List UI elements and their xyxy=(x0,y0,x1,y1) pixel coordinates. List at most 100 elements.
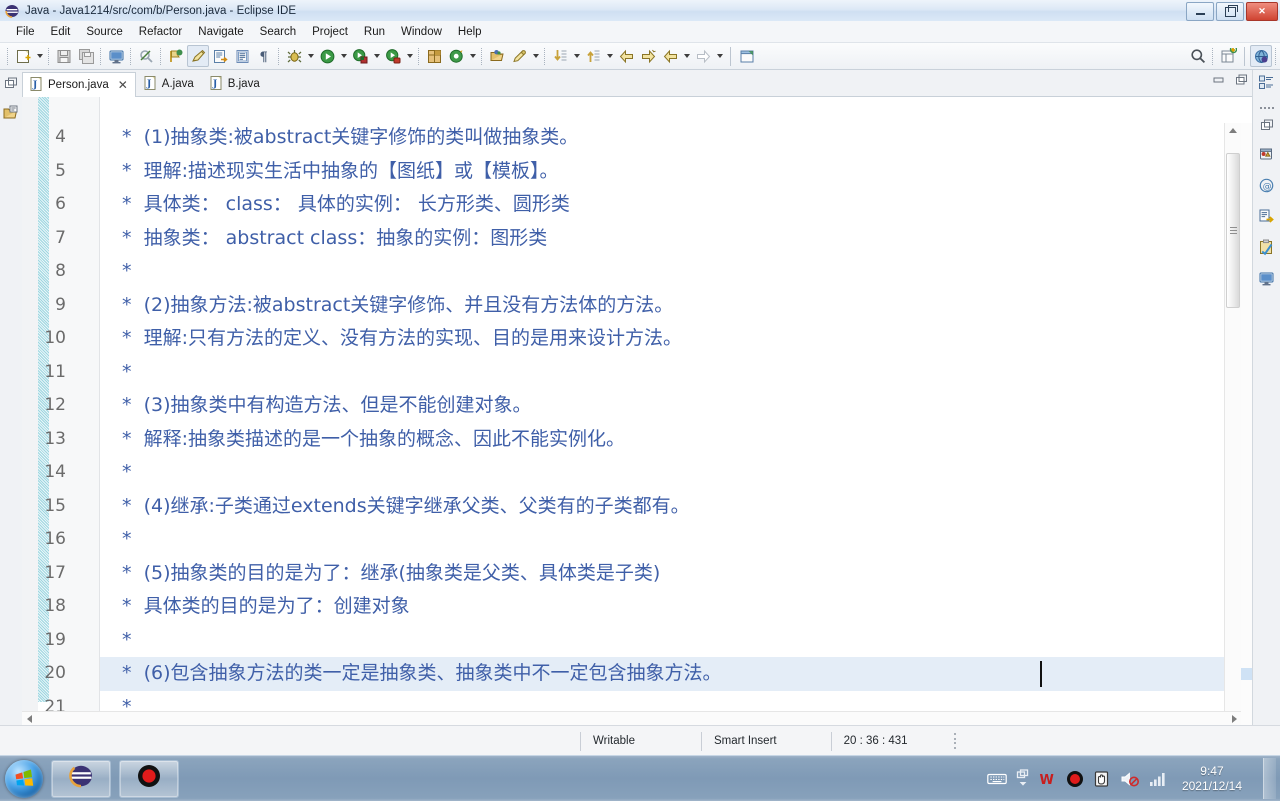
open-perspective-icon[interactable] xyxy=(1217,45,1239,67)
fast-view-drag-handle[interactable] xyxy=(1259,105,1274,111)
volume-muted-icon[interactable] xyxy=(1120,770,1140,788)
keyboard-icon[interactable] xyxy=(987,772,1007,786)
menu-help[interactable]: Help xyxy=(450,24,490,40)
code-line-row[interactable] xyxy=(100,97,1252,121)
tab-b-java[interactable]: J B.java xyxy=(202,71,268,96)
start-button[interactable] xyxy=(5,759,43,798)
prev-edit-dropdown-caret[interactable] xyxy=(604,45,615,67)
open-task-icon[interactable] xyxy=(209,45,231,67)
new-icon[interactable] xyxy=(12,45,34,67)
open-type-icon[interactable] xyxy=(231,45,253,67)
new-dropdown-caret[interactable] xyxy=(34,45,45,67)
minimize-button[interactable] xyxy=(1186,2,1214,21)
skip-breakpoints-icon[interactable] xyxy=(135,45,157,67)
code-editor[interactable]: 4 * (1)抽象类:被abstract关键字修饰的类叫做抽象类。 5 * 理解:描述… xyxy=(22,97,1252,726)
save-all-icon[interactable] xyxy=(75,45,97,67)
code-line-row[interactable]: 10 * 理解:只有方法的定义、没有方法的实现、目的是用来设计方法。 xyxy=(44,322,1252,356)
overview-ruler[interactable] xyxy=(1240,123,1252,726)
forward-history-caret[interactable] xyxy=(714,45,725,67)
menu-search[interactable]: Search xyxy=(252,24,304,40)
package-explorer-icon[interactable] xyxy=(3,105,19,126)
problems-view-icon[interactable] xyxy=(1258,146,1275,168)
prev-edit-icon[interactable] xyxy=(582,45,604,67)
status-resize-handle[interactable] xyxy=(953,733,957,749)
coverage-dropdown-caret[interactable] xyxy=(371,45,382,67)
taskbar-clock[interactable]: 9:47 2021/12/14 xyxy=(1176,764,1252,794)
recorder-taskbar-button[interactable] xyxy=(119,759,179,798)
run-dropdown-caret[interactable] xyxy=(338,45,349,67)
scrollbar-thumb[interactable] xyxy=(1226,153,1240,308)
maximize-view-icon[interactable] xyxy=(1235,73,1248,91)
eclipse-taskbar-button[interactable] xyxy=(51,759,111,798)
quick-format-icon[interactable] xyxy=(187,45,209,67)
back-icon[interactable] xyxy=(615,45,637,67)
new-java-package-icon[interactable] xyxy=(423,45,445,67)
task-list-icon[interactable] xyxy=(1258,239,1275,261)
console-view-icon[interactable] xyxy=(1258,270,1275,292)
code-line-row[interactable]: 13 * 解释:抽象类描述的是一个抽象的概念、因此不能实例化。 xyxy=(44,423,1252,457)
coverage-icon[interactable] xyxy=(349,45,371,67)
code-line-row[interactable]: 18 * 具体类的目的是为了：创建对象 xyxy=(44,590,1252,624)
show-desktop-button[interactable] xyxy=(1263,758,1276,799)
code-line-row[interactable]: 9 * (2)抽象方法:被abstract关键字修饰、并且没有方法体的方法。 xyxy=(55,289,1252,323)
code-line-row[interactable]: 19 * xyxy=(44,624,1252,658)
close-button[interactable]: ✕ xyxy=(1246,2,1278,21)
restore-view-icon[interactable] xyxy=(4,76,18,95)
search-marker-icon[interactable] xyxy=(508,45,530,67)
code-line-row[interactable]: 17 * (5)抽象类的目的是为了：继承(抽象类是父类、具体类是子类) xyxy=(44,557,1252,591)
declaration-view-icon[interactable] xyxy=(1258,208,1275,230)
scroll-left-arrow[interactable] xyxy=(22,712,36,726)
scroll-right-arrow[interactable] xyxy=(1227,712,1241,726)
javadoc-view-icon[interactable]: @ xyxy=(1258,177,1275,199)
new-window-icon[interactable] xyxy=(736,45,758,67)
wps-icon[interactable]: W xyxy=(1039,771,1057,787)
close-icon[interactable]: ✕ xyxy=(118,78,128,92)
record-circle-icon[interactable] xyxy=(1066,770,1084,788)
external-tools-dropdown-caret[interactable] xyxy=(404,45,415,67)
search-dropdown-caret[interactable] xyxy=(530,45,541,67)
back-history-caret[interactable] xyxy=(681,45,692,67)
pilcrow-icon[interactable]: ¶ xyxy=(253,45,275,67)
code-line-row[interactable]: 16 * xyxy=(44,523,1252,557)
editor-vertical-scrollbar[interactable] xyxy=(1224,123,1241,726)
debug-dropdown-caret[interactable] xyxy=(305,45,316,67)
restore-view-icon[interactable] xyxy=(1260,118,1274,137)
show-hidden-icons-icon[interactable] xyxy=(1016,768,1030,789)
new-java-class-dropdown-caret[interactable] xyxy=(467,45,478,67)
menu-project[interactable]: Project xyxy=(304,24,356,40)
code-line-row[interactable]: 20 * (6)包含抽象方法的类一定是抽象类、抽象类中不一定包含抽象方法。 xyxy=(44,657,1252,691)
next-edit-icon[interactable] xyxy=(549,45,571,67)
save-icon[interactable] xyxy=(53,45,75,67)
open-resource-icon[interactable] xyxy=(486,45,508,67)
forward-history-icon[interactable] xyxy=(692,45,714,67)
menu-edit[interactable]: Edit xyxy=(43,24,79,40)
network-signal-icon[interactable] xyxy=(1149,771,1167,787)
next-edit-dropdown-caret[interactable] xyxy=(571,45,582,67)
outline-view-icon[interactable] xyxy=(1258,74,1275,96)
menu-source[interactable]: Source xyxy=(78,24,130,40)
clipboard-hand-icon[interactable] xyxy=(1093,770,1111,788)
code-line-row[interactable]: 8 * xyxy=(55,255,1252,289)
code-line-row[interactable]: 5 * 理解:描述现实生活中抽象的【图纸】或【模板】。 xyxy=(55,155,1252,189)
external-tools-icon[interactable] xyxy=(382,45,404,67)
menu-run[interactable]: Run xyxy=(356,24,393,40)
back-history-icon[interactable] xyxy=(659,45,681,67)
code-line-row[interactable]: 4 * (1)抽象类:被abstract关键字修饰的类叫做抽象类。 xyxy=(55,121,1252,155)
scroll-up-arrow[interactable] xyxy=(1225,123,1241,138)
menu-refactor[interactable]: Refactor xyxy=(131,24,190,40)
editor-horizontal-scrollbar[interactable] xyxy=(22,711,1241,726)
tab-a-java[interactable]: J A.java xyxy=(136,71,202,96)
debug-icon[interactable] xyxy=(283,45,305,67)
next-annotation-icon[interactable] xyxy=(165,45,187,67)
forward-icon[interactable] xyxy=(637,45,659,67)
minimize-view-icon[interactable] xyxy=(1212,73,1225,91)
run-icon[interactable] xyxy=(316,45,338,67)
code-line-row[interactable]: 7 * 抽象类： abstract class：抽象的实例：图形类 xyxy=(55,222,1252,256)
maximize-button[interactable] xyxy=(1216,2,1244,21)
new-console-icon[interactable] xyxy=(105,45,127,67)
code-line-row[interactable]: 6 * 具体类： class： 具体的实例： 长方形类、圆形类 xyxy=(55,188,1252,222)
code-line-row[interactable]: 14 * xyxy=(44,456,1252,490)
menu-window[interactable]: Window xyxy=(393,24,450,40)
java-perspective-icon[interactable] xyxy=(1250,45,1272,67)
code-line-row[interactable]: 15 * (4)继承:子类通过extends关键字继承父类、父类有的子类都有。 xyxy=(44,490,1252,524)
